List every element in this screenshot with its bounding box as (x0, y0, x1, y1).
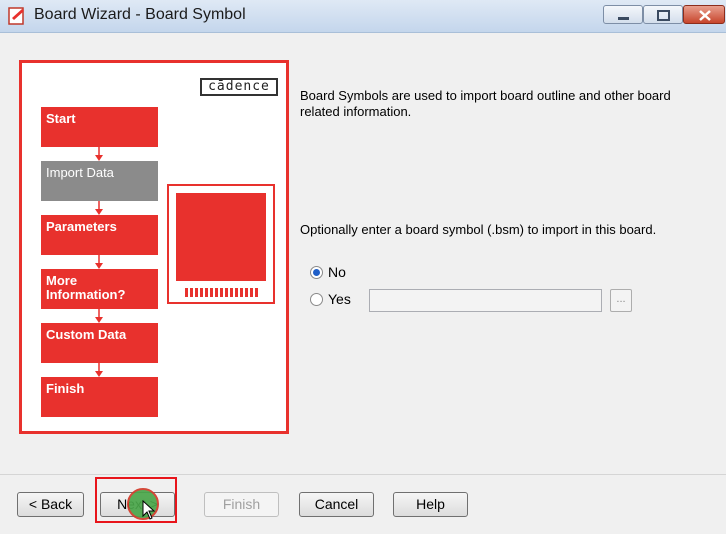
footer-separator (0, 474, 726, 475)
arrow-down-icon (95, 147, 103, 161)
arrow-down-icon (95, 255, 103, 269)
arrow-down-icon (95, 363, 103, 377)
board-symbol-icon (167, 184, 275, 304)
minimize-button[interactable] (603, 5, 643, 24)
arrow-down-icon (95, 201, 103, 215)
yes-radio[interactable] (310, 293, 323, 306)
no-radio[interactable] (310, 266, 323, 279)
maximize-button[interactable] (643, 5, 683, 24)
description-text: Board Symbols are used to import board o… (300, 88, 671, 119)
help-button[interactable]: Help (393, 492, 468, 517)
wizard-body: cādence Start Import Data Parameters Mor… (0, 33, 726, 534)
step-finish: Finish (41, 377, 158, 417)
mouse-cursor-icon (142, 500, 156, 520)
step-start: Start (41, 107, 158, 147)
radio-selected-dot (313, 269, 320, 276)
cancel-button[interactable]: Cancel (299, 492, 374, 517)
step-import-data: Import Data (41, 161, 158, 201)
arrow-down-icon (95, 309, 103, 323)
window-title: Board Wizard - Board Symbol (34, 6, 246, 23)
board-symbol-path-input[interactable] (369, 289, 602, 312)
step-custom-data: Custom Data (41, 323, 158, 363)
finish-button: Finish (204, 492, 279, 517)
back-button[interactable]: < Back (17, 492, 84, 517)
maximize-icon (657, 10, 670, 21)
step-parameters: Parameters (41, 215, 158, 255)
cadence-logo: cādence (200, 78, 278, 96)
yes-radio-label[interactable]: Yes (328, 291, 351, 307)
title-bar: Board Wizard - Board Symbol (0, 0, 726, 33)
step-more-information: More Information? (41, 269, 158, 309)
no-radio-label[interactable]: No (328, 264, 346, 280)
app-icon (8, 7, 24, 25)
close-icon (699, 10, 711, 21)
minimize-icon (618, 17, 629, 20)
browse-button[interactable]: ... (610, 289, 632, 312)
board-pins-icon (185, 288, 258, 297)
close-button[interactable] (683, 5, 725, 24)
wizard-steps-panel: cādence Start Import Data Parameters Mor… (19, 60, 289, 434)
prompt-text: Optionally enter a board symbol (.bsm) t… (300, 222, 657, 237)
